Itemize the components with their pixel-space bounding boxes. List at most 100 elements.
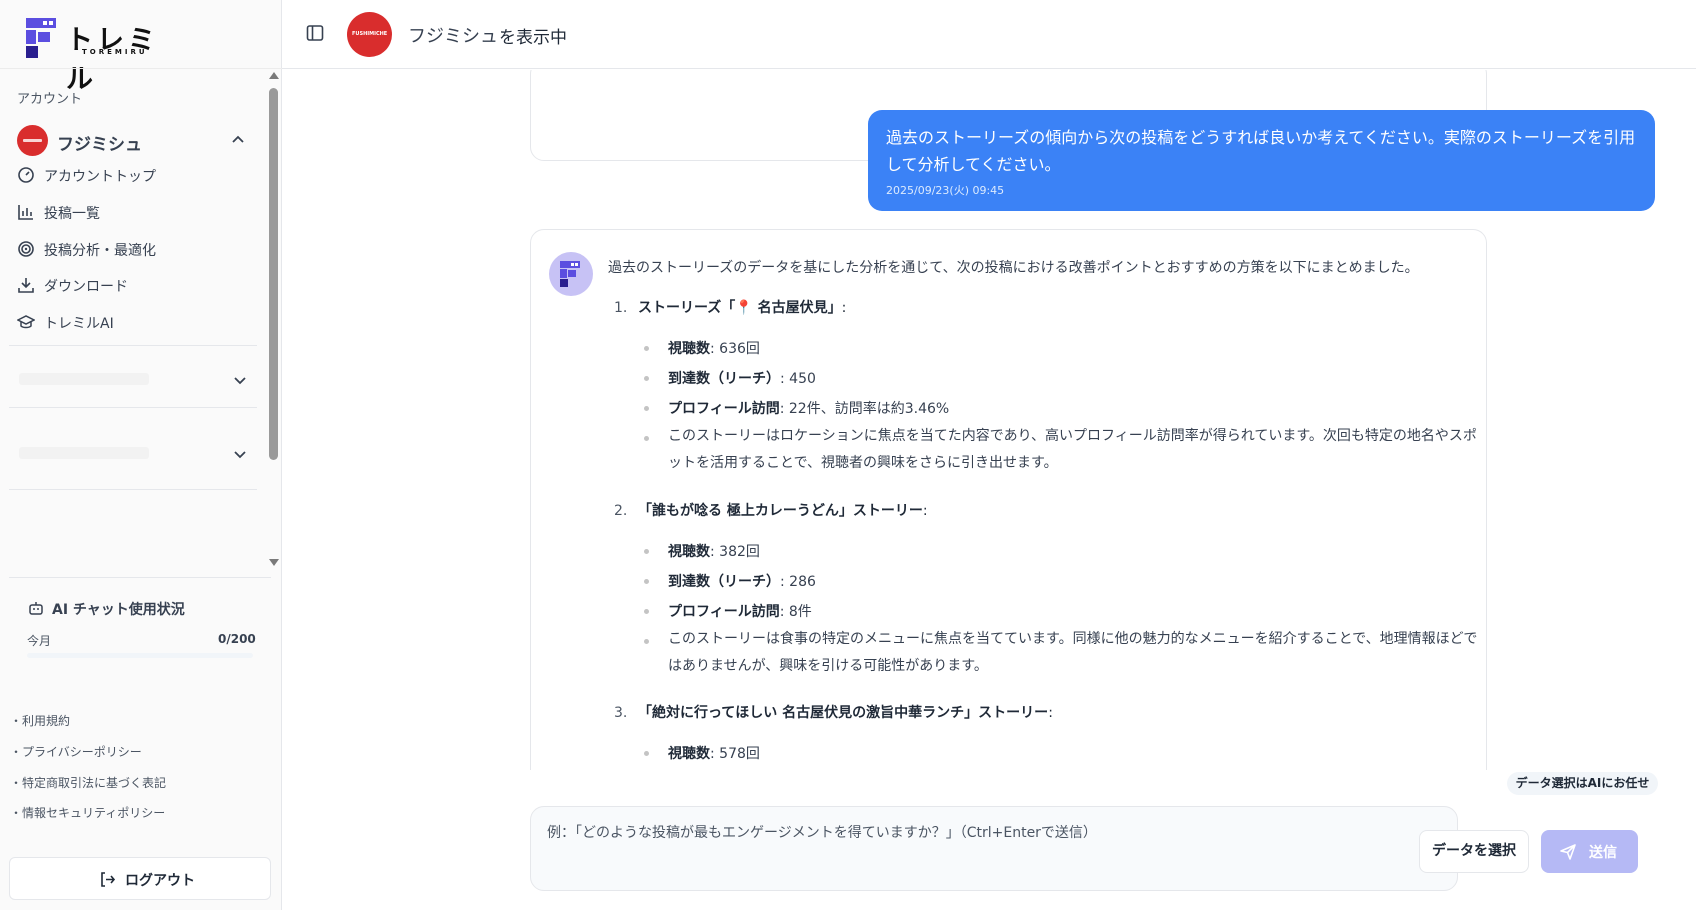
sidebar-divider — [0, 68, 282, 69]
sidebar-item-label: アカウントトップ — [44, 169, 156, 185]
user-message-time: 2025/09/23(火) 09:45 — [886, 184, 1005, 197]
sidebar-item-account-top[interactable]: アカウントトップ — [17, 163, 247, 187]
logout-icon — [101, 872, 116, 887]
bullet-key: プロフィール訪問 — [668, 401, 780, 417]
sidebar-item-post-analysis[interactable]: 投稿分析・最適化 — [17, 237, 247, 261]
send-button[interactable]: 送信 — [1541, 830, 1638, 873]
chevron-up-icon — [232, 135, 244, 143]
sidebar-collapsed-group[interactable] — [9, 421, 257, 487]
account-avatar — [17, 125, 48, 156]
bullet-value: : 450 — [780, 371, 816, 387]
logo-mark-icon — [26, 18, 56, 58]
bullet-dot — [644, 406, 649, 411]
bullet-key: 到達数（リーチ） — [668, 371, 780, 387]
bullet-dot — [644, 579, 649, 584]
header: FUSHIMICHE フジミシュ を表示中 — [282, 0, 1696, 69]
sidebar-collapsed-group[interactable] — [9, 347, 257, 413]
list-title: 「絶対に行ってほしい 名古屋伏見の激旨中華ランチ」ストーリー — [638, 705, 1049, 721]
bullet-value: : 382回 — [710, 544, 760, 560]
chat-input[interactable] — [547, 821, 1317, 845]
scroll-thumb[interactable] — [269, 88, 278, 460]
logout-button[interactable]: ログアウト — [9, 857, 271, 900]
bullet-value: このストーリーは食事の特定のメニューに焦点を当てています。同様に他の魅力的なメニ… — [668, 631, 1478, 674]
sidebar-item-posts[interactable]: 投稿一覧 — [17, 200, 247, 224]
robot-icon — [29, 602, 43, 615]
footer-link-terms[interactable]: ・利用規約 — [10, 712, 70, 729]
select-data-button[interactable]: データを選択 — [1419, 830, 1529, 873]
list-number: 1. — [614, 300, 628, 316]
list-number: 3. — [614, 705, 628, 721]
send-icon — [1560, 844, 1576, 860]
bullet-key: 到達数（リーチ） — [668, 574, 780, 590]
header-viewing-label: を表示中 — [499, 28, 567, 48]
footer-link-commerce[interactable]: ・特定商取引法に基づく表記 — [10, 774, 166, 791]
sidebar-item-label: 投稿一覧 — [44, 206, 100, 222]
list-title-suffix: : — [922, 503, 928, 519]
user-message-text: 過去のストーリーズの傾向から次の投稿をどうすれば良いか考えてください。実際のスト… — [886, 128, 1636, 174]
account-switcher[interactable]: フジミシュ — [17, 125, 257, 157]
bullet-value: : 636回 — [710, 341, 760, 357]
bullet-dot — [644, 639, 649, 644]
brand-sub: TOREMIRU — [82, 48, 148, 56]
bullet-dot — [644, 346, 649, 351]
bullet-key: プロフィール訪問 — [668, 604, 780, 620]
bullet-value: : 8件 — [779, 604, 812, 620]
logout-label: ログアウト — [125, 873, 195, 889]
download-icon — [18, 278, 34, 293]
sidebar-item-download[interactable]: ダウンロード — [17, 273, 247, 297]
usage-count: 0/200 — [218, 632, 256, 646]
chat-area: 過去のストーリーズの傾向から次の投稿をどうすれば良いか考えてください。実際のスト… — [282, 70, 1696, 770]
scroll-up-arrow[interactable] — [269, 72, 279, 79]
placeholder-bar — [19, 447, 149, 459]
bullet-dot — [644, 436, 649, 441]
sidebar-item-toremiru-ai[interactable]: トレミルAI — [17, 310, 247, 334]
sidebar-scroll-area: アカウント フジミシュ アカウントトップ 投稿一覧 投稿分析・最適化 ダウンロー… — [0, 70, 270, 565]
brand-logo[interactable]: トレミル TOREMIRU — [26, 18, 186, 95]
sidebar-divider — [9, 407, 257, 408]
header-account-name: フジミシュ — [408, 26, 498, 47]
bullet-dot — [644, 751, 649, 756]
account-name: フジミシュ — [57, 135, 142, 155]
footer-link-security[interactable]: ・情報セキュリティポリシー — [10, 804, 165, 821]
sidebar: トレミル TOREMIRU アカウント フジミシュ アカウントトップ 投稿一覧 … — [0, 0, 282, 910]
sidebar-divider — [9, 577, 271, 578]
sidebar-item-label: ダウンロード — [44, 279, 128, 295]
list-title-suffix: : — [841, 300, 847, 316]
panel-toggle-icon[interactable] — [306, 24, 324, 42]
sidebar-scrollbar[interactable] — [267, 72, 279, 566]
scroll-down-arrow[interactable] — [269, 559, 279, 566]
chevron-down-icon — [234, 451, 246, 459]
app-root: トレミル TOREMIRU アカウント フジミシュ アカウントトップ 投稿一覧 … — [0, 0, 1696, 910]
ai-auto-select-chip[interactable]: データ選択はAIにお任せ — [1507, 772, 1658, 795]
bar-chart-icon — [18, 205, 33, 220]
ai-intro-text: 過去のストーリーズのデータを基にした分析を通じて、次の投稿における改善ポイントと… — [608, 260, 1419, 276]
user-message: 過去のストーリーズの傾向から次の投稿をどうすれば良いか考えてください。実際のスト… — [868, 110, 1655, 211]
sidebar-item-label: トレミルAI — [44, 316, 114, 332]
bullet-dot — [644, 376, 649, 381]
target-icon — [18, 241, 34, 257]
bullet-dot — [644, 609, 649, 614]
ai-logo-icon — [560, 261, 580, 287]
chat-composer: データを選択 送信 — [530, 806, 1638, 891]
bullet-dot — [644, 549, 649, 554]
list-title-suffix: : — [1048, 705, 1053, 721]
ai-usage-label: AI チャット使用状況 — [52, 602, 185, 618]
list-item: 1. ストーリーズ「📍 名古屋伏見」: — [614, 297, 846, 317]
usage-progress-bar — [27, 653, 253, 658]
bullet-key: 視聴数 — [668, 544, 710, 560]
avatar-text: FUSHIMICHE — [352, 31, 388, 37]
gauge-icon — [18, 167, 34, 183]
header-account-avatar: FUSHIMICHE — [347, 12, 392, 57]
bullet-value: : 286 — [780, 574, 816, 590]
chevron-down-icon — [234, 377, 246, 385]
list-item: 3. 「絶対に行ってほしい 名古屋伏見の激旨中華ランチ」ストーリー: — [614, 702, 1053, 722]
send-label: 送信 — [1589, 845, 1617, 861]
usage-period: 今月 — [27, 634, 52, 648]
ai-avatar — [549, 252, 593, 296]
bullet-key: 視聴数 — [668, 341, 710, 357]
footer-link-privacy[interactable]: ・プライバシーポリシー — [10, 743, 142, 760]
bullet-value: : 578回 — [710, 746, 760, 762]
sidebar-divider — [9, 489, 257, 490]
section-label-account: アカウント — [17, 92, 83, 107]
list-title: 「誰もが唸る 極上カレーうどん」ストーリー — [638, 503, 923, 519]
